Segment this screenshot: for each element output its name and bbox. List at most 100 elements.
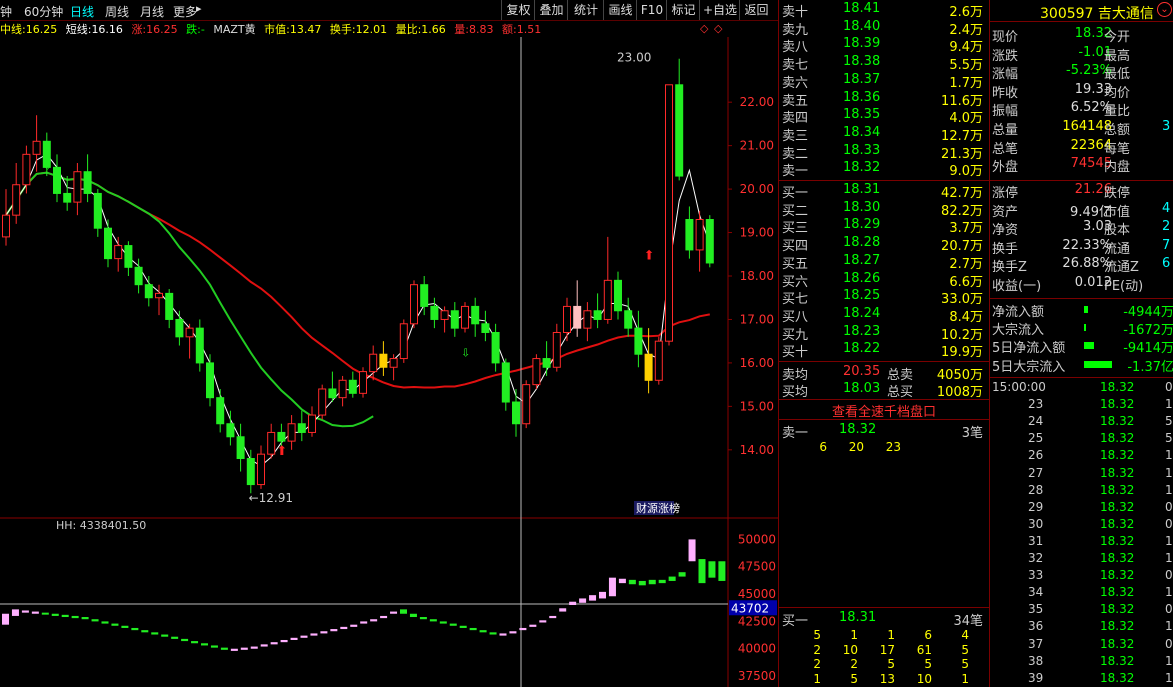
quote-label: 收益(一) xyxy=(992,279,1042,294)
sell-arrow-icon: ⇩ xyxy=(614,294,623,307)
tick-price: 18.32 xyxy=(1100,670,1135,685)
candle-body xyxy=(359,371,367,394)
toolbar-button-1[interactable]: 叠加 xyxy=(534,0,568,20)
kline-chart[interactable]: 22.00 21.00 20.00 19.00 18.00 17.00 16.00 15.00… xyxy=(0,37,778,687)
tick-volume: 0 xyxy=(1165,380,1173,394)
quote-row-5: 总量 164148 总额 3 xyxy=(990,119,1173,138)
indicator-bar xyxy=(240,647,248,650)
sell-level-2[interactable]: 卖二 18.33 21.3万 xyxy=(779,143,989,162)
view-full-depth-link[interactable]: 查看全速千档盘口 xyxy=(779,401,989,420)
indicator-bar xyxy=(21,610,29,613)
quote-label: 振幅 xyxy=(992,104,1019,120)
candle-body xyxy=(471,305,480,325)
candle-body xyxy=(338,379,347,399)
sell-level-3[interactable]: 卖三 18.34 12.7万 xyxy=(779,125,989,144)
buy-level-6[interactable]: 买六 18.26 6.6万 xyxy=(779,271,989,290)
period-更多[interactable]: 更多 xyxy=(173,3,197,20)
indicator-bar xyxy=(340,626,348,630)
toolbar-button-0[interactable]: 复权 xyxy=(501,0,535,20)
buy-level-3[interactable]: 买三 18.29 3.7万 xyxy=(779,217,989,236)
tick-price: 18.32 xyxy=(1100,380,1135,394)
indicator-bar xyxy=(201,643,208,646)
buy-level-5-price: 18.27 xyxy=(843,252,881,268)
indicator-bar xyxy=(330,629,338,632)
quote-row-6: 总笔 22364 每笔 xyxy=(990,138,1173,157)
quote-label: 昨收 xyxy=(992,85,1019,101)
tick-row: 25 18.32 5 xyxy=(990,431,1173,448)
buy-level-2[interactable]: 买二 18.30 82.2万 xyxy=(779,200,989,219)
period-日线[interactable]: 日线 xyxy=(70,3,94,20)
quote-value-2: 3 xyxy=(1162,119,1171,134)
extra-label: 额: xyxy=(502,23,517,36)
toolbar-button-5[interactable]: 标记 xyxy=(666,0,700,20)
tick-time: 38 xyxy=(1028,653,1044,668)
period-60分钟[interactable]: 60分钟 xyxy=(24,3,63,20)
up-value: 16.25 xyxy=(146,23,178,36)
candle-body xyxy=(144,284,153,299)
sell-level-1[interactable]: 卖一 18.32 9.0万 xyxy=(779,160,989,179)
candle-body xyxy=(685,219,694,251)
tick-time: 25 xyxy=(1028,431,1044,446)
indicator-bar xyxy=(529,624,537,627)
tick-time: 24 xyxy=(1028,414,1044,429)
flow-label: 净流入额 xyxy=(992,305,1045,320)
indicator-bar xyxy=(459,625,467,628)
buy-level-5[interactable]: 买五 18.27 2.7万 xyxy=(779,252,989,272)
toolbar-button-3[interactable]: 画线 xyxy=(603,0,637,20)
tick-row: 34 18.32 1 xyxy=(990,585,1173,602)
buy-level-8[interactable]: 买八 18.24 8.4万 xyxy=(779,306,989,325)
tick-time: 29 xyxy=(1028,499,1044,514)
toolbar-button-6[interactable]: +自选 xyxy=(699,0,740,20)
tick-time: 34 xyxy=(1028,585,1044,600)
mid-line-value: 16.25 xyxy=(25,23,58,36)
avg-sell-price: 20.35 xyxy=(843,364,881,379)
tick-row: 29 18.32 0 xyxy=(990,500,1173,517)
tick-price: 18.32 xyxy=(1100,585,1135,600)
tick-time: 33 xyxy=(1028,568,1044,583)
toolbar-button-2[interactable]: 统计 xyxy=(567,0,604,20)
buy-level-10[interactable]: 买十 18.22 19.9万 xyxy=(779,341,989,360)
order-book-panel: 卖十 18.41 2.6万 卖九 18.40 2.4万 卖八 18.39 9.4万 卖七 18.38… xyxy=(778,0,989,687)
buy-level-9-label: 买九 xyxy=(782,327,809,343)
chevron-down-icon[interactable]: ⌄ xyxy=(1157,2,1172,17)
sell-level-6-label: 卖六 xyxy=(782,75,809,91)
sell-level-7[interactable]: 卖七 18.38 5.5万 xyxy=(779,54,989,73)
sell-level-8[interactable]: 卖八 18.39 9.4万 xyxy=(779,36,989,55)
indicator-bar xyxy=(429,619,437,622)
quote-label-2: 股本 xyxy=(1104,223,1131,239)
buy-level-9[interactable]: 买九 18.23 10.2万 xyxy=(779,324,989,343)
period-月线[interactable]: 月线 xyxy=(140,3,164,20)
dropdown-arrow-icon[interactable]: ▸ xyxy=(196,2,202,15)
buy-queue-count: 34笔 xyxy=(953,614,983,629)
price-axis-label: 22.00 xyxy=(740,95,774,109)
sell-level-6[interactable]: 卖六 18.37 1.7万 xyxy=(779,72,989,91)
sell-level-2-volume: 21.3万 xyxy=(941,146,983,162)
tick-volume: 1 xyxy=(1165,670,1173,685)
indicator-bar xyxy=(121,625,129,628)
tick-volume: 5 xyxy=(1165,431,1173,446)
quote-label: 资产 xyxy=(992,204,1019,220)
period-钟[interactable]: 钟 xyxy=(0,3,12,20)
up-label: 涨: xyxy=(131,23,147,36)
indicator-bar xyxy=(718,561,726,581)
sell-level-4[interactable]: 卖四 18.35 4.0万 xyxy=(779,107,989,126)
buy-queue-order: 2 xyxy=(813,657,821,671)
candle-body xyxy=(2,214,10,238)
candle-body xyxy=(318,388,327,416)
tick-row: 30 18.32 0 xyxy=(990,517,1173,534)
buy-level-4[interactable]: 买四 18.28 20.7万 xyxy=(779,235,989,254)
toolbar-button-4[interactable]: F10 xyxy=(636,0,667,20)
buy-level-7[interactable]: 买七 18.25 33.0万 xyxy=(779,288,989,307)
candle-body xyxy=(573,305,582,329)
tick-volume: 0 xyxy=(1165,499,1173,514)
sell-level-5-volume: 11.6万 xyxy=(941,93,983,109)
sell-level-9[interactable]: 卖九 18.40 2.4万 xyxy=(779,19,989,38)
avg-buy-price: 18.03 xyxy=(843,381,881,396)
toolbar-button-7[interactable]: 返回 xyxy=(739,0,773,20)
period-周线[interactable]: 周线 xyxy=(105,3,129,20)
buy-level-1[interactable]: 买一 18.31 42.7万 xyxy=(779,182,989,201)
sell-level-5[interactable]: 卖五 18.36 11.6万 xyxy=(779,90,989,109)
candle-body xyxy=(53,166,61,194)
sell-level-10[interactable]: 卖十 18.41 2.6万 xyxy=(779,1,989,20)
buy-level-1-price: 18.31 xyxy=(843,182,881,197)
